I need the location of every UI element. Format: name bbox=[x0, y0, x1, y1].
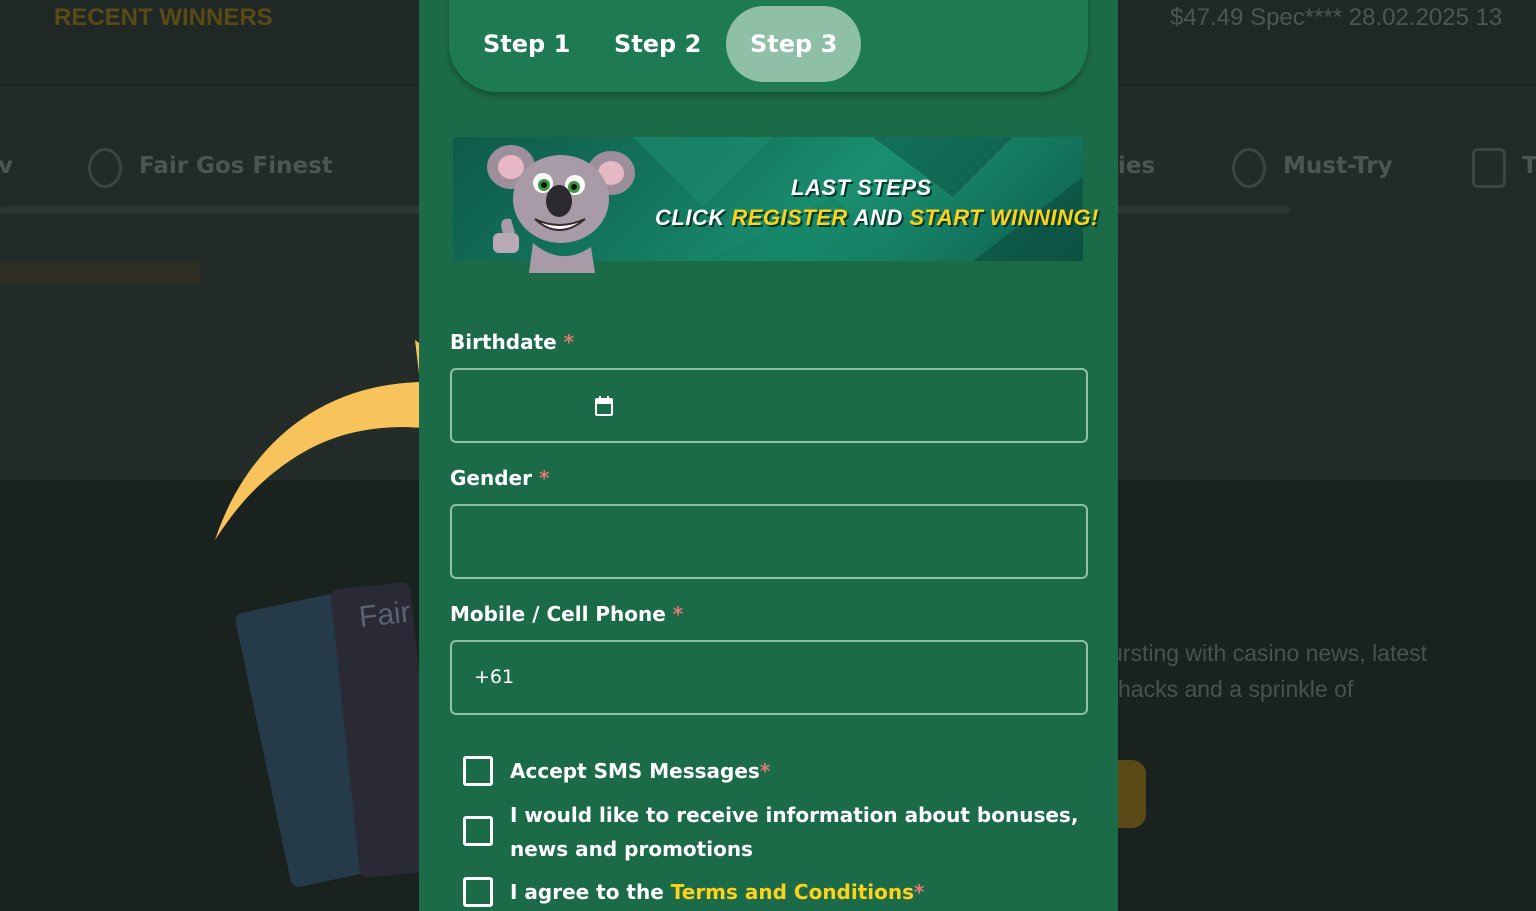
nav-item-partial-right[interactable]: T bbox=[1522, 153, 1536, 179]
bonus-consent-label-line2: news and promotions bbox=[510, 837, 753, 861]
banner-text: AND bbox=[847, 205, 910, 230]
required-marker: * bbox=[914, 880, 925, 904]
medal-icon bbox=[88, 148, 122, 188]
calendar-icon[interactable] bbox=[595, 396, 613, 416]
magazine-title: Fair bbox=[357, 595, 413, 635]
banner-subtitle: CLICK REGISTER AND START WINNING! bbox=[655, 205, 1099, 231]
birthdate-label-text: Birthdate bbox=[450, 330, 557, 354]
phone-input[interactable]: +61 bbox=[450, 640, 1088, 715]
step-1-tab[interactable]: Step 1 bbox=[483, 6, 570, 82]
banner-text: CLICK bbox=[655, 205, 732, 230]
sms-consent-label: Accept SMS Messages* bbox=[510, 754, 770, 788]
card-suits-icon bbox=[1472, 148, 1506, 188]
nav-item-fair-gos-finest[interactable]: Fair Gos Finest bbox=[139, 153, 333, 179]
terms-consent-label: I agree to the Terms and Conditions* bbox=[510, 875, 925, 909]
terms-checkbox[interactable] bbox=[463, 877, 493, 907]
sms-label-text: Accept SMS Messages bbox=[510, 759, 760, 783]
bonus-consent-label-line1: I would like to receive information abou… bbox=[510, 803, 1079, 827]
step-indicator: Step 1 Step 2 Step 3 bbox=[449, 0, 1088, 92]
birthdate-label: Birthdate * bbox=[450, 330, 574, 354]
step-3-tab[interactable]: Step 3 bbox=[726, 6, 862, 82]
step-2-tab[interactable]: Step 2 bbox=[614, 6, 701, 82]
koala-mascot bbox=[487, 145, 635, 273]
required-marker: * bbox=[672, 602, 684, 626]
banner-title: LAST STEPS bbox=[791, 175, 932, 200]
background-strip bbox=[0, 262, 200, 284]
terms-label-text: I agree to the bbox=[510, 880, 671, 904]
bonus-checkbox[interactable] bbox=[463, 816, 493, 846]
gender-label: Gender * bbox=[450, 466, 549, 490]
flame-icon bbox=[1232, 148, 1266, 188]
blurb-text: ursting with casino news, latest bbox=[1110, 640, 1428, 666]
phone-value: +61 bbox=[474, 666, 515, 688]
winners-ticker: $47.49 Spec**** 28.02.2025 13 bbox=[1170, 4, 1503, 31]
required-marker: * bbox=[563, 330, 575, 354]
gender-label-text: Gender bbox=[450, 466, 532, 490]
banner-highlight-register: REGISTER bbox=[731, 205, 848, 230]
phone-label: Mobile / Cell Phone * bbox=[450, 602, 683, 626]
gender-select[interactable] bbox=[450, 504, 1088, 579]
blurb-text: hacks and a sprinkle of bbox=[1118, 676, 1354, 702]
nav-item-partial-middle[interactable]: ies bbox=[1118, 153, 1155, 179]
nav-item-must-try[interactable]: Must-Try bbox=[1283, 153, 1393, 179]
sms-checkbox[interactable] bbox=[463, 756, 493, 786]
recent-winners-heading: RECENT WINNERS bbox=[54, 4, 273, 31]
required-marker: * bbox=[759, 759, 771, 783]
required-marker: * bbox=[538, 466, 550, 490]
banner-highlight-start: START WINNING! bbox=[909, 205, 1099, 230]
nav-item-partial-left[interactable]: v bbox=[0, 153, 13, 179]
terms-and-conditions-link[interactable]: Terms and Conditions bbox=[671, 880, 914, 904]
phone-label-text: Mobile / Cell Phone bbox=[450, 602, 666, 626]
promo-banner: LAST STEPS CLICK REGISTER AND START WINN… bbox=[453, 137, 1098, 273]
birthdate-input[interactable] bbox=[450, 368, 1088, 443]
registration-modal: Step 1 Step 2 Step 3 LAST STEPS CLICK RE… bbox=[419, 0, 1118, 911]
